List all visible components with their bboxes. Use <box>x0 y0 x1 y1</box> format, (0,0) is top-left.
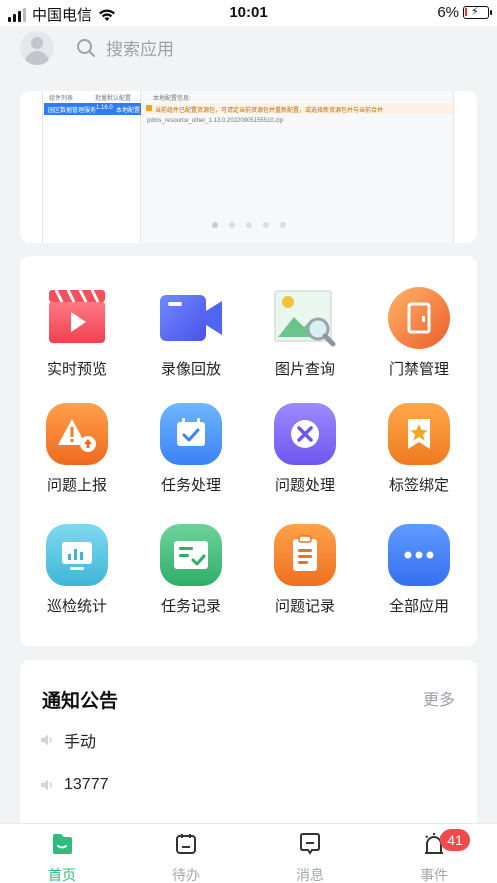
carousel-dots[interactable] <box>20 222 477 228</box>
banner-text-col-b: 批量默认配置 <box>95 96 132 102</box>
banner-text-row-status: 本地配置 <box>116 108 141 114</box>
notice-title: 通知公告 <box>42 691 119 712</box>
avatar[interactable] <box>20 31 54 65</box>
tab-label: 首页 <box>48 867 76 883</box>
battery-percent: 6% <box>437 4 459 21</box>
video-play-icon <box>49 289 105 343</box>
banner-text-col-a: 组件列表 <box>49 96 74 102</box>
notice-item-text: 13777 <box>64 776 109 793</box>
notice-more-link[interactable]: 更多 <box>423 686 455 710</box>
app-label: 巡检统计 <box>46 598 107 615</box>
notice-card: 通知公告 更多 手动 13777 <box>20 660 477 830</box>
clipboard-icon <box>274 524 336 586</box>
header: 搜索应用 <box>0 26 497 78</box>
app-label: 任务处理 <box>160 477 221 494</box>
carousel-dot[interactable] <box>262 222 269 228</box>
banner-text-col-c: 本地配置信息: <box>153 96 191 102</box>
home-icon <box>53 834 72 854</box>
status-right: 6% ⚡ <box>437 4 492 21</box>
warning-upload-icon <box>46 403 108 465</box>
notice-item[interactable]: 手动 <box>40 728 96 752</box>
carousel-dot[interactable] <box>228 222 235 228</box>
banner-warning: 当前组件已配置资源包，可请定当前资源包并重新配置，或选择新资源包并与当前合并 <box>143 103 453 114</box>
banner-carousel[interactable]: 组件列表 批量默认配置 本地配置信息: 园区数据管理服务 1.16.0 本地配置… <box>20 91 477 243</box>
app-label: 录像回放 <box>160 361 221 378</box>
app-label: 全部应用 <box>388 598 449 615</box>
battery-icon: ⚡ <box>463 6 492 19</box>
search-bar[interactable]: 搜索应用 <box>76 35 174 60</box>
banner-text-file: pdms_resource_other_1.13.0.2022090515551… <box>147 118 284 124</box>
tab-bar: 首页 待办 消息 41 事件 <box>0 823 497 883</box>
banner-text-row-name: 园区数据管理服务 <box>48 108 97 114</box>
search-placeholder: 搜索应用 <box>106 40 174 59</box>
carousel-dot[interactable] <box>245 222 252 228</box>
image-search-icon <box>274 290 336 347</box>
tab-messages[interactable]: 消息 <box>248 824 372 883</box>
banner-warning-text: 当前组件已配置资源包，可请定当前资源包并重新配置，或选择新资源包并与当前合并 <box>155 108 384 114</box>
app-label: 问题记录 <box>274 598 335 615</box>
app-grid: 实时预览 录像回放 图片查询 门禁管理 问题上报 任务处理 问题处理 标签绑定 … <box>20 256 477 646</box>
carousel-dot[interactable] <box>211 222 218 228</box>
tag-star-icon <box>388 403 450 465</box>
app-label: 标签绑定 <box>388 477 449 494</box>
calendar-check-icon <box>160 403 222 465</box>
clock: 10:01 <box>229 4 268 21</box>
banner-text-row-version: 1.16.0 <box>96 105 113 111</box>
status-bar: 中国电信 10:01 6% ⚡ <box>0 0 497 26</box>
camera-recorder-icon <box>160 295 222 341</box>
tools-icon <box>274 403 336 465</box>
app-label: 图片查询 <box>274 361 335 378</box>
speaker-icon <box>41 779 52 791</box>
event-count-badge: 41 <box>440 829 470 851</box>
message-icon <box>300 833 320 855</box>
tab-todo[interactable]: 待办 <box>124 824 248 883</box>
app-label: 门禁管理 <box>388 361 449 378</box>
app-label: 任务记录 <box>160 598 221 615</box>
tab-label: 消息 <box>296 867 324 883</box>
warning-icon <box>146 105 152 111</box>
app-label: 问题处理 <box>274 477 335 494</box>
more-dots-icon <box>388 524 450 586</box>
bar-chart-icon <box>46 524 108 586</box>
tab-label: 待办 <box>172 867 200 883</box>
carousel-dot[interactable] <box>279 222 286 228</box>
banner-image: 组件列表 批量默认配置 本地配置信息: 园区数据管理服务 1.16.0 本地配置… <box>42 91 454 243</box>
task-list-icon <box>160 524 222 586</box>
tab-home[interactable]: 首页 <box>0 824 124 883</box>
notice-item-text: 手动 <box>64 734 97 751</box>
door-icon <box>388 287 450 349</box>
search-icon <box>77 38 95 57</box>
app-label: 实时预览 <box>46 361 107 378</box>
app-label: 问题上报 <box>46 477 107 494</box>
todo-icon <box>176 834 196 854</box>
speaker-icon <box>41 734 52 746</box>
tab-label: 事件 <box>420 867 448 883</box>
tab-events[interactable]: 41 事件 <box>372 824 496 883</box>
notice-item[interactable]: 13777 <box>40 776 109 794</box>
